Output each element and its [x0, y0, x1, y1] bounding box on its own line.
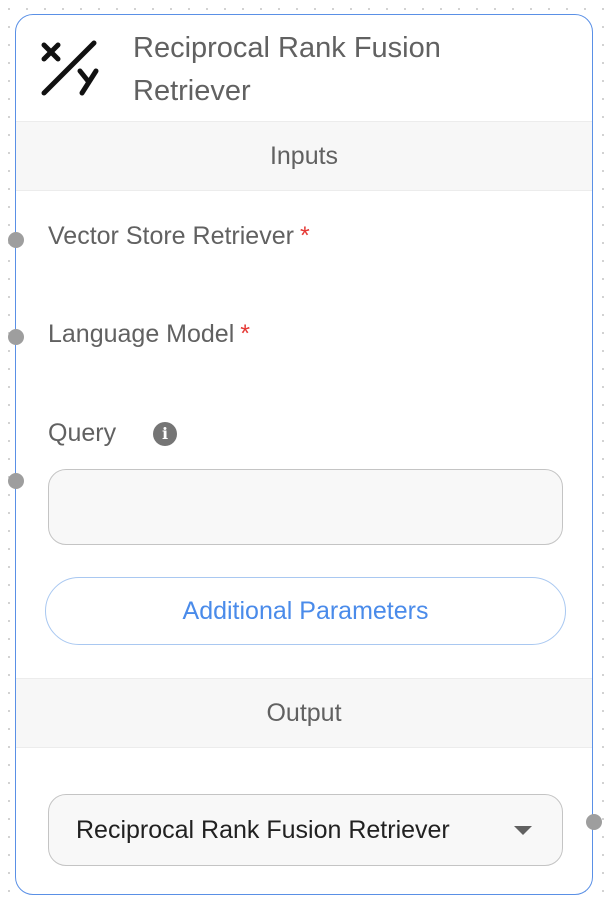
- info-icon[interactable]: i: [153, 422, 177, 446]
- query-input[interactable]: [48, 469, 563, 545]
- vector-store-retriever-label: Vector Store Retriever *: [48, 222, 310, 251]
- field-label-text: Vector Store Retriever: [48, 222, 294, 250]
- node-header: Reciprocal Rank Fusion Retriever: [16, 15, 592, 121]
- output-handle[interactable]: [586, 814, 602, 830]
- field-label-text: Language Model: [48, 320, 235, 348]
- query-input-handle[interactable]: [8, 473, 24, 489]
- additional-parameters-button[interactable]: Additional Parameters: [45, 577, 566, 645]
- caret-down-icon: [514, 826, 532, 835]
- query-label: Query: [48, 419, 117, 447]
- language-model-label: Language Model *: [48, 320, 250, 349]
- vector-store-retriever-input-handle[interactable]: [8, 232, 24, 248]
- required-asterisk: *: [299, 222, 310, 250]
- output-selected-value: Reciprocal Rank Fusion Retriever: [76, 816, 450, 844]
- language-model-input-handle[interactable]: [8, 329, 24, 345]
- inputs-section-header: Inputs: [16, 121, 592, 191]
- variable-x-over-y-icon: [41, 40, 99, 96]
- output-type-select[interactable]: Reciprocal Rank Fusion Retriever: [48, 794, 563, 866]
- node-title: Reciprocal Rank Fusion Retriever: [133, 32, 441, 107]
- retriever-node-card[interactable]: Reciprocal Rank Fusion Retriever Inputs …: [8, 14, 602, 895]
- required-asterisk: *: [240, 320, 251, 348]
- output-section-header: Output: [16, 678, 592, 748]
